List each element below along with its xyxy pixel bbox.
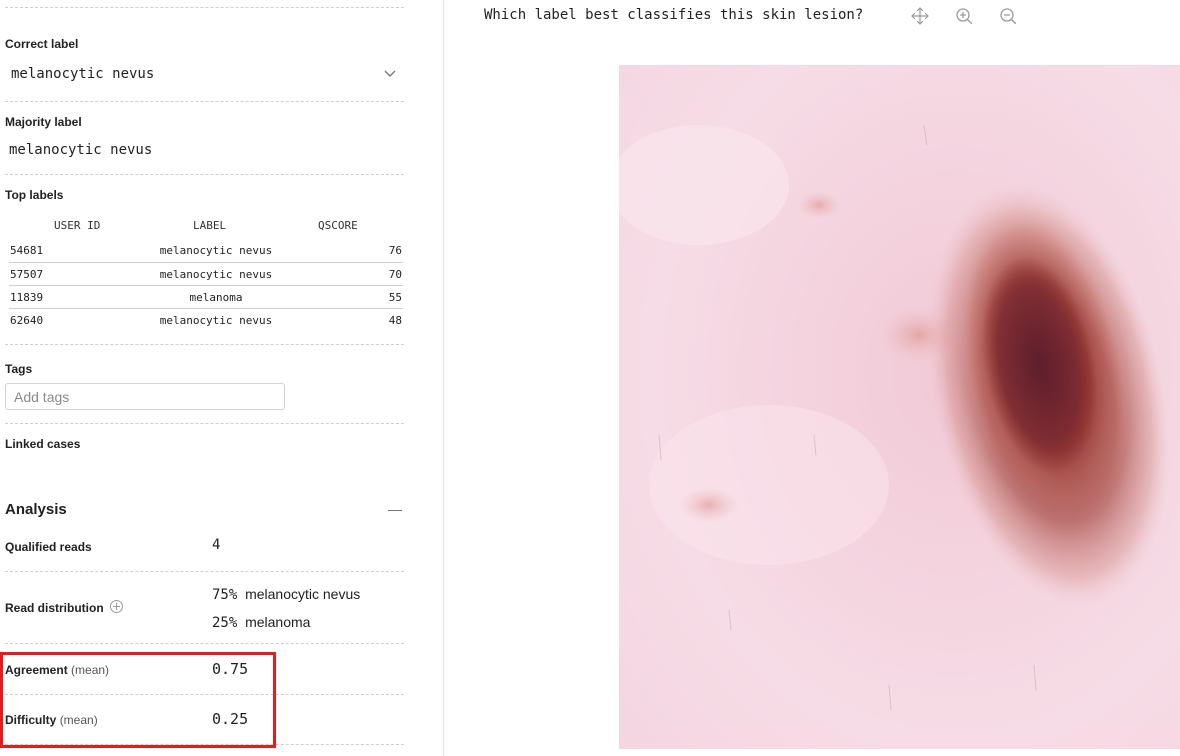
zoom-in-icon[interactable] — [954, 6, 974, 26]
minus-icon — [388, 510, 402, 511]
cell-user-id: 57507 — [10, 268, 44, 281]
distribution-label: melanocytic nevus — [245, 586, 361, 602]
cell-user-id: 54681 — [10, 244, 44, 257]
highlight-box — [0, 652, 276, 748]
column-header-user-id: USER ID — [54, 219, 101, 232]
table-row: 57507 melanocytic nevus 70 — [9, 262, 403, 286]
table-row: 11839 melanoma 55 — [9, 285, 403, 309]
distribution-percent: 75% — [212, 587, 238, 603]
chevron-down-icon — [384, 70, 396, 77]
case-details-panel: Correct label melanocytic nevus Majority… — [0, 0, 444, 756]
column-header-label: LABEL — [193, 219, 227, 232]
distribution-label: melanoma — [245, 614, 311, 630]
tags-heading: Tags — [5, 362, 33, 376]
divider — [5, 174, 404, 175]
move-icon[interactable] — [910, 6, 930, 26]
cell-qscore: 48 — [388, 314, 402, 327]
distribution-item: 75% melanocytic nevus — [212, 586, 360, 603]
skin-lesion-image[interactable] — [619, 65, 1180, 749]
qualified-reads-value: 4 — [212, 537, 221, 553]
table-row: 54681 melanocytic nevus 76 — [9, 239, 403, 262]
read-distribution-label: Read distribution — [5, 601, 104, 615]
dermoscopy-photo — [619, 65, 1180, 749]
correct-label-value: melanocytic nevus — [11, 66, 155, 82]
distribution-percent: 25% — [212, 615, 238, 631]
cell-label: melanoma — [189, 291, 243, 304]
cell-user-id: 11839 — [10, 291, 44, 304]
divider — [5, 344, 404, 345]
distribution-item: 25% melanoma — [212, 614, 310, 631]
cell-label: melanocytic nevus — [159, 314, 273, 327]
analysis-heading: Analysis — [5, 501, 67, 518]
column-header-qscore: QSCORE — [318, 219, 358, 232]
linked-cases-heading: Linked cases — [5, 437, 81, 451]
cell-label: melanocytic nevus — [159, 244, 273, 257]
majority-label-heading: Majority label — [5, 115, 82, 129]
tags-input[interactable] — [5, 383, 285, 410]
divider — [5, 101, 404, 102]
cell-user-id: 62640 — [10, 314, 44, 327]
cell-qscore: 76 — [388, 244, 402, 257]
question-text: Which label best classifies this skin le… — [484, 7, 864, 23]
majority-label-value: melanocytic nevus — [9, 142, 153, 158]
cell-label: melanocytic nevus — [159, 268, 273, 281]
divider — [5, 643, 404, 644]
table-row: 62640 melanocytic nevus 48 — [9, 308, 403, 332]
correct-label-select[interactable]: melanocytic nevus — [5, 58, 404, 92]
cell-qscore: 55 — [388, 291, 402, 304]
collapse-analysis-button[interactable] — [384, 502, 406, 518]
divider — [5, 7, 404, 8]
zoom-out-icon[interactable] — [998, 6, 1018, 26]
correct-label-heading: Correct label — [5, 37, 79, 51]
qualified-reads-label: Qualified reads — [5, 540, 92, 554]
add-circle-icon[interactable] — [110, 600, 123, 613]
cell-qscore: 70 — [388, 268, 402, 281]
divider — [5, 423, 404, 424]
top-labels-heading: Top labels — [5, 188, 64, 202]
divider — [5, 571, 404, 572]
